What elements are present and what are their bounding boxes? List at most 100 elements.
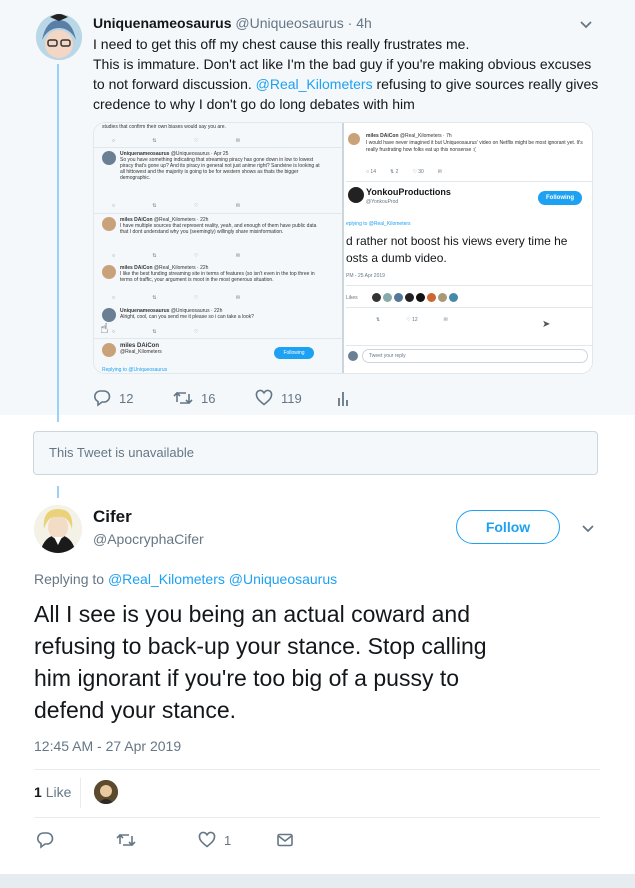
divider	[346, 307, 592, 308]
mini-replying: Replying to @Uniqueosaurus	[102, 367, 168, 373]
follow-button[interactable]: Follow	[456, 510, 560, 544]
display-name[interactable]: Uniquenameosaurus	[93, 15, 231, 31]
divider	[346, 345, 592, 346]
tweet-text-line: This is immature. Don't act like I'm the…	[93, 56, 592, 72]
mini-actions: ○ 14 ⇅ 2 ♡ 30 ✉	[366, 169, 442, 176]
replying-prefix: Replying to	[34, 571, 108, 587]
more-chevron-icon[interactable]	[578, 16, 594, 32]
mini-actions: ○ ⇅ ♡ ✉	[112, 203, 259, 209]
avatar	[449, 293, 458, 302]
avatar-image	[36, 14, 82, 60]
reply-button[interactable]	[36, 830, 54, 850]
avatar	[348, 351, 358, 361]
mini-text: studies that confirm their own biases wo…	[102, 124, 332, 130]
avatar	[102, 343, 116, 357]
tweet-text-line: refusing to back-up your stance. Stop ca…	[34, 633, 487, 659]
like-button[interactable]: 119	[255, 388, 302, 408]
mini-replying: eplying to @Real_Kilometers	[346, 221, 411, 227]
retweet-button[interactable]: 16	[173, 388, 215, 408]
replying-to-links[interactable]: @Real_Kilometers @Uniqueosaurus	[108, 571, 337, 587]
thread-line	[57, 64, 59, 422]
mini-text: I have multiple sources that represent r…	[120, 223, 317, 235]
handle[interactable]: @ApocryphaCifer	[93, 531, 204, 547]
mini-date: PM - 25 Apr 2019	[346, 273, 385, 279]
tweet-actions: 1	[34, 830, 334, 850]
tweet-media-image[interactable]: studies that confirm their own biases wo…	[93, 122, 593, 374]
mini-big-text: d rather not boost his views every time …	[346, 234, 568, 248]
media-right-panel: miles DAiCon @Real_Kilometers · 7h I wou…	[346, 123, 592, 373]
mini-actions: ○ ⇅ ♡	[112, 329, 217, 335]
dm-button[interactable]	[276, 830, 294, 850]
mouse-cursor-icon: ➤	[542, 319, 551, 330]
avatar[interactable]	[94, 780, 118, 804]
avatar-image	[94, 780, 118, 804]
avatar	[372, 293, 381, 302]
avatar	[348, 187, 364, 203]
divider	[34, 817, 600, 818]
next-item-divider	[0, 874, 635, 888]
tweet-actions: 12 16 119	[93, 388, 373, 408]
avatar[interactable]	[34, 505, 82, 553]
avatar	[102, 217, 116, 231]
reply-count: ○ 14	[366, 169, 376, 175]
avatar	[438, 293, 447, 302]
mention-link[interactable]: @Real_Kilometers	[256, 76, 373, 92]
tweet-text-line: All I see is you being an actual coward …	[34, 601, 470, 627]
avatar	[416, 293, 425, 302]
thread-line	[57, 486, 59, 498]
handle[interactable]: @Uniqueosaurus	[235, 15, 343, 31]
like-count: 1	[224, 832, 232, 848]
display-name[interactable]: Cifer	[93, 507, 132, 527]
likes-summary[interactable]: 1 Like	[34, 784, 71, 800]
mini-text: I would have never imagined it but Uniqu…	[366, 140, 583, 153]
avatar	[383, 293, 392, 302]
like-count: ♡ 12	[406, 317, 418, 323]
mini-follow-button: Following	[538, 191, 582, 205]
mini-big-text: osts a dumb video.	[346, 251, 447, 265]
tweet-text-line: to not forward discussion. @Real_Kilomet…	[93, 74, 603, 94]
avatar	[102, 151, 116, 165]
mini-text: Alright, cool, can you send me it please…	[120, 314, 254, 320]
dm-icon: ✉	[443, 317, 448, 323]
tweet-text-line: him ignorant if you're too big of a puss…	[34, 665, 460, 691]
divider	[346, 285, 592, 286]
reply-count: 12	[119, 390, 134, 406]
retweet-icon	[116, 833, 136, 847]
hand-cursor-icon: ☝	[100, 320, 109, 336]
parent-tweet[interactable]: Uniquenameosaurus @Uniqueosaurus · 4h I …	[0, 0, 635, 415]
replying-to: Replying to @Real_Kilometers @Uniqueosau…	[34, 571, 337, 587]
mini-name: YonkouProductions	[366, 187, 451, 197]
reply-button[interactable]: 12	[93, 388, 133, 408]
avatar[interactable]	[36, 14, 82, 60]
mini-handle: @YonkouProd	[366, 199, 399, 205]
liker-avatars	[372, 293, 458, 302]
retweet-icon	[173, 391, 193, 405]
like-count: ♡ 30	[412, 169, 424, 175]
analytics-icon	[338, 392, 348, 406]
divider	[94, 338, 342, 339]
mini-actions: ○ ⇅ ♡ ✉	[112, 253, 259, 259]
avatar	[102, 265, 116, 279]
likes-count: 1	[34, 784, 42, 800]
mini-follow-button: Following	[274, 347, 314, 359]
divider	[94, 147, 342, 148]
analytics-button[interactable]	[337, 388, 351, 408]
retweet-icon: ⇅	[376, 317, 381, 323]
avatar	[405, 293, 414, 302]
timestamp[interactable]: 12:45 AM - 27 Apr 2019	[34, 738, 181, 754]
mini-text: I like the best funding streaming site i…	[120, 271, 315, 283]
retweet-button[interactable]	[116, 830, 136, 850]
mini-actions: ○ ⇅ ♡ ✉	[112, 295, 259, 301]
like-button[interactable]: 1	[198, 830, 231, 850]
avatar	[427, 293, 436, 302]
likes-label: Like	[45, 784, 72, 800]
tweet-text-line: I need to get this off my chest cause th…	[93, 36, 470, 52]
mini-likes-label: Likes	[346, 295, 358, 301]
more-chevron-icon[interactable]	[580, 520, 596, 536]
tweet-age[interactable]: · 4h	[348, 15, 372, 31]
divider	[80, 778, 81, 808]
like-icon	[255, 389, 273, 406]
tweet-text-fragment: refusing to give sources really gives	[372, 76, 599, 92]
mini-text-line: studies that confirm their own biases wo…	[102, 124, 226, 130]
avatar	[348, 133, 360, 145]
